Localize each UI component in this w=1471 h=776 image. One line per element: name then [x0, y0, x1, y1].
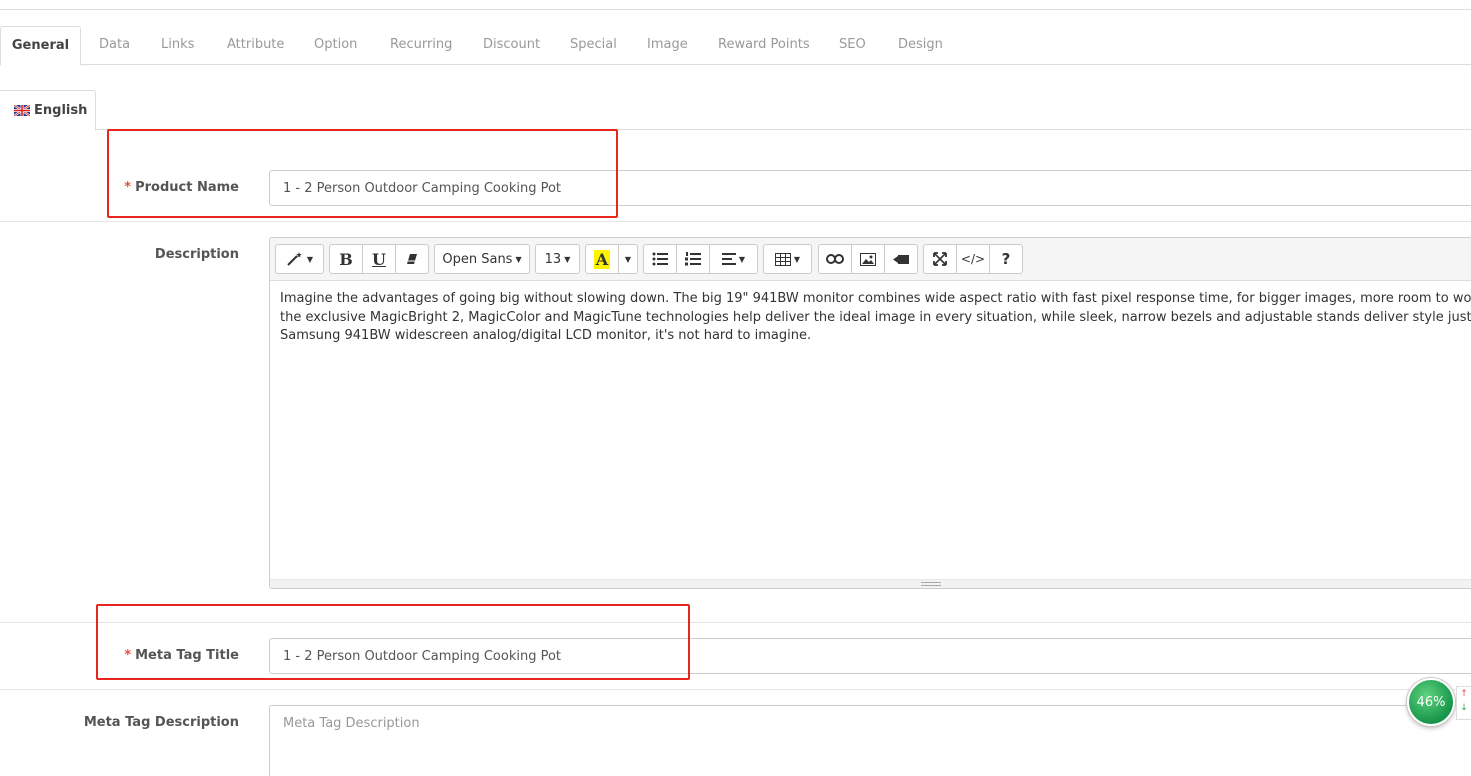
tab-discount[interactable]: Discount [483, 26, 540, 65]
chevron-down-icon: ▼ [515, 254, 522, 264]
editor-paragraph-line: the exclusive MagicBright 2, MagicColor … [280, 309, 1471, 325]
align-left-icon [721, 253, 736, 265]
tab-links[interactable]: Links [161, 26, 194, 65]
paragraph-align-dropdown[interactable]: ▼ [709, 244, 758, 274]
description-editor[interactable]: ▼ B U Open Sans ▼ 13 ▼ A ▼ ▼ ▼ </> ? Ima… [269, 237, 1471, 589]
insert-link-button[interactable] [818, 244, 852, 274]
speed-percent-badge[interactable]: 46% [1407, 678, 1455, 726]
editor-toolbar: ▼ B U Open Sans ▼ 13 ▼ A ▼ ▼ ▼ </> ? [270, 238, 1471, 281]
font-size-value: 13 [544, 251, 562, 267]
highlight-box-meta-tag-title [96, 604, 690, 680]
editor-content[interactable]: Imagine the advantages of going big with… [280, 290, 1471, 346]
tab-attribute[interactable]: Attribute [227, 26, 284, 65]
download-arrow-icon: ↓ [1460, 703, 1468, 713]
chevron-down-icon: ▼ [738, 254, 746, 264]
clear-format-button[interactable] [395, 244, 429, 274]
text-color-icon: A [593, 249, 611, 269]
code-icon: </> [960, 252, 986, 266]
bullet-list-icon [652, 252, 668, 266]
divider [0, 689, 1471, 690]
chevron-down-icon: ▼ [564, 254, 571, 264]
tab-general[interactable]: General [0, 26, 81, 66]
tab-design[interactable]: Design [898, 26, 943, 65]
meta-tag-description-label: Meta Tag Description [83, 715, 239, 730]
video-icon [893, 254, 909, 264]
editor-resize-bar[interactable] [270, 579, 1471, 588]
magic-wand-icon [287, 252, 302, 266]
text-color-dropdown[interactable]: ▼ [618, 244, 638, 274]
tab-image[interactable]: Image [647, 26, 688, 65]
tab-recurring[interactable]: Recurring [390, 26, 452, 65]
font-family-value: Open Sans [442, 251, 513, 267]
insert-image-button[interactable] [851, 244, 885, 274]
table-dropdown[interactable]: ▼ [763, 244, 812, 274]
highlight-box-product-name [107, 129, 618, 218]
unordered-list-button[interactable] [643, 244, 677, 274]
editor-paragraph-line: Samsung 941BW widescreen analog/digital … [280, 328, 812, 343]
resize-grip-icon [921, 582, 941, 586]
product-tabs: General Data Links Attribute Option Recu… [0, 26, 1471, 66]
magic-wand-style-button[interactable]: ▼ [275, 244, 324, 274]
chevron-down-icon: ▼ [793, 254, 801, 264]
help-button[interactable]: ? [989, 244, 1023, 274]
uk-flag-icon [14, 105, 30, 116]
font-size-dropdown[interactable]: 13 ▼ [535, 244, 580, 274]
numbered-list-icon [685, 252, 701, 266]
editor-paragraph-line: Imagine the advantages of going big with… [280, 291, 1471, 306]
ordered-list-button[interactable] [676, 244, 710, 274]
divider [0, 221, 1471, 222]
table-icon [774, 252, 791, 266]
picture-icon [860, 252, 876, 266]
chevron-down-icon: ▼ [624, 254, 632, 264]
language-tab-english[interactable]: English [0, 90, 96, 131]
bold-button[interactable]: B [329, 244, 363, 274]
font-family-dropdown[interactable]: Open Sans ▼ [434, 244, 530, 274]
tab-special[interactable]: Special [570, 26, 617, 65]
text-color-button[interactable]: A [585, 244, 619, 274]
link-icon [826, 254, 844, 264]
top-strip [0, 0, 1471, 10]
meta-tag-description-textarea[interactable]: Meta Tag Description [269, 705, 1471, 776]
language-label: English [34, 103, 88, 118]
network-speed-indicator: ↑ ↓ [1456, 686, 1471, 720]
tab-data[interactable]: Data [99, 26, 130, 65]
upload-arrow-icon: ↑ [1460, 689, 1468, 699]
underline-button[interactable]: U [362, 244, 396, 274]
insert-video-button[interactable] [884, 244, 918, 274]
tab-option[interactable]: Option [314, 26, 357, 65]
fullscreen-button[interactable] [923, 244, 957, 274]
tab-reward-points[interactable]: Reward Points [718, 26, 810, 65]
tab-seo[interactable]: SEO [839, 26, 866, 65]
description-label: Description [154, 247, 239, 262]
chevron-down-icon: ▼ [306, 254, 314, 264]
code-view-button[interactable]: </> [956, 244, 990, 274]
eraser-icon [407, 254, 417, 264]
expand-icon [933, 252, 947, 266]
language-tabs: English [0, 90, 1471, 131]
